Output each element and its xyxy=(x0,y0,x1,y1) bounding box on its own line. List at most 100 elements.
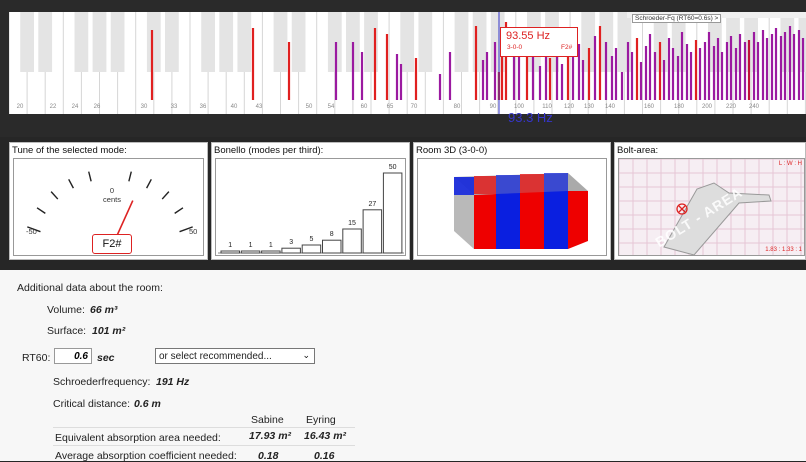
rt60-input[interactable] xyxy=(54,348,92,364)
tooltip-note: F2# xyxy=(561,44,573,51)
absorption-area-eyring: 16.43 m² xyxy=(304,430,347,442)
absorption-area-sabine: 17.93 m² xyxy=(249,430,292,442)
piano-black-key xyxy=(744,12,758,72)
piano-black-key xyxy=(20,12,34,72)
rt60-unit: sec xyxy=(97,352,115,364)
piano-black-key xyxy=(38,12,53,72)
gauge-tick xyxy=(88,171,92,182)
tooltip-mode: 3-0-0 xyxy=(507,44,523,51)
bonello-bar-label: 8 xyxy=(330,231,334,238)
bonello-chart: 1 1 1 3 5 8 15 27 50 xyxy=(215,158,406,256)
bolt-ratio: 1.83 : 1.33 : 1 xyxy=(765,247,802,253)
schroeder-label: Schroederfrequency: xyxy=(53,376,151,388)
frequency-tick-label: 20 xyxy=(16,104,24,110)
frequency-tick-label: 90 xyxy=(489,104,497,110)
frequency-tick-label: 130 xyxy=(583,104,595,110)
piano-black-key xyxy=(780,12,795,72)
piano-black-key xyxy=(418,12,433,72)
frequency-tick-label: 22 xyxy=(49,104,57,110)
tune-title: Tune of the selected mode: xyxy=(12,145,127,156)
gauge-value: 0 xyxy=(110,186,114,195)
frequency-tick-label: 50 xyxy=(305,104,313,110)
piano-black-key xyxy=(472,12,487,72)
absorption-coeff-sabine: 0.18 xyxy=(258,450,279,462)
tune-note-box: F2# xyxy=(92,234,132,254)
piano-black-key xyxy=(454,12,469,72)
schroeder-label: Schroeder-Fq (RT60=0.6s) > xyxy=(632,14,722,23)
gauge-max-label: 50 xyxy=(189,227,197,236)
bonello-bar-label: 27 xyxy=(368,201,376,208)
frequency-tick-label: 24 xyxy=(71,104,79,110)
bonello-bar xyxy=(240,250,261,254)
bolt-title: Bolt-area: xyxy=(617,145,659,156)
surface-label: Surface: xyxy=(47,325,87,337)
piano-black-key xyxy=(110,12,125,72)
frequency-tick-label: 60 xyxy=(360,104,368,110)
gauge-unit: cents xyxy=(103,195,121,204)
gauge-tick xyxy=(50,191,59,200)
bonello-bar-label: 1 xyxy=(249,242,253,249)
frequency-tick-label: 33 xyxy=(170,104,178,110)
chevron-down-icon: ⌄ xyxy=(302,350,310,360)
absorption-coeff-label: Average absorption coefficient needed: xyxy=(55,450,237,462)
piano-black-key xyxy=(327,12,342,72)
volume-label: Volume: xyxy=(47,304,85,316)
mode-spectrum-canvas[interactable] xyxy=(9,12,806,114)
frequency-tick-label: 54 xyxy=(327,104,335,110)
tooltip-freq: 93.55 Hz xyxy=(506,30,551,42)
mode-tooltip: 93.55 Hz 3-0-0 F2# xyxy=(500,27,578,57)
room-data-heading: Additional data about the room: xyxy=(17,282,163,294)
piano-black-key xyxy=(273,12,288,72)
bonello-bar xyxy=(342,228,362,254)
table-separator xyxy=(53,427,355,428)
frequency-tick-label: 200 xyxy=(701,104,713,110)
col-eyring: Eyring xyxy=(306,414,336,426)
gauge-tick xyxy=(174,207,184,214)
critical-distance-value: 0.6 m xyxy=(134,398,161,410)
bonello-bar xyxy=(382,172,403,254)
frequency-tick-label: 180 xyxy=(673,104,685,110)
piano-black-key xyxy=(617,12,632,72)
tune-panel: Tune of the selected mode: 0 cents -50 5… xyxy=(9,142,208,260)
piano-black-key xyxy=(201,12,215,72)
bonello-bar-label: 15 xyxy=(348,220,356,227)
bonello-bar-label: 3 xyxy=(289,239,293,246)
bonello-bar xyxy=(281,247,301,254)
rt60-recommended-select[interactable]: or select recommended... ⌄ xyxy=(155,348,315,364)
frequency-tick-label: 240 xyxy=(748,104,760,110)
frequency-tick-label: 43 xyxy=(255,104,263,110)
absorption-area-label: Equivalent absorption area needed: xyxy=(55,432,221,444)
room3d-view[interactable] xyxy=(417,158,607,256)
frequency-tick-label: 36 xyxy=(199,104,207,110)
bonello-bar xyxy=(261,250,281,254)
room-data-section: Additional data about the room: Volume: … xyxy=(0,270,806,462)
mode-spectrum[interactable] xyxy=(9,12,806,114)
bonello-bar-label: 5 xyxy=(309,236,313,243)
gauge-tick xyxy=(128,171,132,182)
piano-black-key xyxy=(726,12,740,72)
piano-black-key xyxy=(291,12,306,72)
piano-black-key xyxy=(400,12,415,72)
bolt-panel: Bolt-area: BOLT - AREA L : W : H 1.83 : … xyxy=(614,142,806,260)
bonello-bar-label: 50 xyxy=(389,164,397,171)
frequency-tick-label: 120 xyxy=(563,104,575,110)
room3d-panel: Room 3D (3-0-0) xyxy=(413,142,611,260)
frequency-tick-label: 65 xyxy=(386,104,394,110)
frequency-tick-label: 80 xyxy=(453,104,461,110)
critical-distance-label: Critical distance: xyxy=(53,398,131,410)
tune-gauge: 0 cents -50 50 F2# xyxy=(13,158,204,256)
frequency-tick-label: 160 xyxy=(643,104,655,110)
bolt-chart: BOLT - AREA L : W : H 1.83 : 1.33 : 1 xyxy=(618,158,805,256)
col-sabine: Sabine xyxy=(251,414,284,426)
gauge-tick xyxy=(146,178,152,189)
bonello-panel: Bonello (modes per third): 1 1 1 3 5 8 15 27 50 xyxy=(211,142,410,260)
bonello-bar xyxy=(220,250,240,254)
frequency-tick-label: 70 xyxy=(410,104,418,110)
piano-black-key xyxy=(165,12,179,72)
bonello-bar xyxy=(362,209,383,254)
frequency-tick-label: 30 xyxy=(140,104,148,110)
bonello-bar xyxy=(322,239,342,254)
gauge-tick xyxy=(68,178,74,189)
piano-black-key xyxy=(92,12,107,72)
bolt-legend: L : W : H xyxy=(778,161,802,167)
